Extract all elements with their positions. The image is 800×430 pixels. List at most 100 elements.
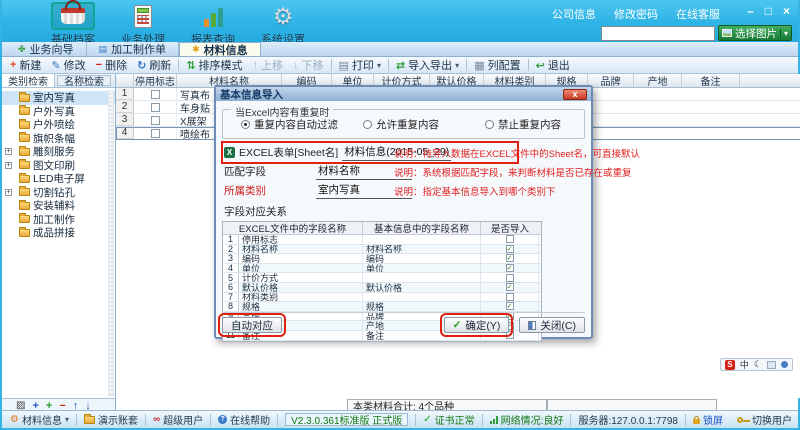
import-checkbox[interactable] (506, 274, 514, 282)
radio-forbid-duplicate[interactable]: 禁止重复内容 (485, 117, 561, 132)
col-header[interactable]: 品牌 (588, 74, 634, 87)
statusbar-module[interactable]: ⚙ 材料信息 ▾ (8, 414, 77, 426)
col-header[interactable]: 产地 (634, 74, 682, 87)
tree-item[interactable]: LED电子屏 (2, 172, 115, 186)
disable-checkbox[interactable] (151, 90, 160, 99)
edit-button[interactable]: ✎修改 (46, 58, 90, 73)
tree-item[interactable]: +图文印刷 (2, 159, 115, 173)
lock-screen-button[interactable]: 锁屏 (686, 414, 730, 426)
choose-image-button[interactable]: 选择图片 ▾ (718, 25, 792, 41)
tab-category-search[interactable]: 类别检索 (2, 74, 55, 87)
duplicate-options-group: 当Excel内容有重复时 重复内容自动过滤 允许重复内容 禁止重复内容 (222, 109, 585, 139)
import-export-icon: ⇄ (396, 59, 405, 72)
dialog-titlebar[interactable]: 基本信息导入 x (216, 87, 591, 101)
folder-icon (19, 188, 30, 196)
company-info-link[interactable]: 公司信息 (552, 6, 596, 22)
radio-icon (485, 120, 494, 129)
online-service-link[interactable]: 在线客服 (676, 6, 720, 22)
sort-mode-button[interactable]: ⇅排序模式 (181, 58, 247, 73)
import-checkbox[interactable] (506, 235, 514, 243)
import-checkbox[interactable]: ✓ (506, 302, 514, 310)
tree-item[interactable]: 户外喷绘 (2, 118, 115, 132)
map-row[interactable]: 3编码编码✓ (223, 254, 541, 264)
switch-user-button[interactable]: 切换用户 (730, 414, 799, 426)
change-password-link[interactable]: 修改密码 (614, 6, 658, 22)
tree-item[interactable]: +切割钻孔 (2, 186, 115, 200)
statusbar-user[interactable]: ∞ 超级用户 (146, 414, 211, 426)
ok-button[interactable]: ✓确定(Y) (444, 317, 510, 333)
close-dialog-button[interactable]: 关闭(C) (519, 317, 585, 333)
map-row[interactable]: 1停用标志 (223, 235, 541, 245)
refresh-button[interactable]: ↻刷新 (132, 58, 176, 73)
moon-icon[interactable]: ☾ (754, 359, 762, 370)
map-row[interactable]: 7材料类别 (223, 293, 541, 303)
new-button[interactable]: +新建 (5, 58, 46, 73)
map-row[interactable]: 6默认价格默认价格✓ (223, 283, 541, 293)
header-filler (740, 74, 800, 87)
delete-button[interactable]: −删除 (91, 58, 132, 73)
import-checkbox[interactable]: ✓ (506, 264, 514, 272)
tree-item[interactable]: 成品拼接 (2, 226, 115, 240)
toolbar-separator (178, 59, 179, 71)
door-icon (528, 321, 536, 330)
column-config-button[interactable]: ▦列配置 (469, 58, 525, 73)
statusbar-help[interactable]: ? 在线帮助 (211, 414, 278, 426)
plus-icon: + (10, 59, 16, 71)
import-checkbox[interactable]: ✓ (506, 245, 514, 253)
disable-checkbox[interactable] (151, 116, 160, 125)
col-header[interactable]: 备注 (682, 74, 740, 87)
lock-icon (693, 419, 700, 424)
tree-item[interactable]: 户外写真 (2, 105, 115, 119)
tree-item[interactable]: 旗帜条幅 (2, 132, 115, 146)
ime-language-bar[interactable]: S 中 ☾ (720, 358, 793, 371)
auto-map-button[interactable]: 自动对应 (222, 317, 282, 333)
map-row[interactable]: 8规格规格✓ (223, 302, 541, 312)
nav-system-settings[interactable]: ⚙ 系统设置 (248, 1, 318, 47)
dialog-close-button[interactable]: x (563, 89, 587, 100)
maximize-button[interactable]: □ (765, 4, 772, 18)
ime-menu-icon[interactable] (781, 361, 788, 368)
map-row[interactable]: 5计价方式 (223, 273, 541, 283)
radio-allow-duplicate[interactable]: 允许重复内容 (363, 117, 485, 132)
disable-checkbox[interactable] (151, 103, 160, 112)
tab-business-wizard[interactable]: ✤ 业务向导 (6, 42, 87, 56)
field-note: 说明：指定基本信息导入到哪个类别下 (394, 184, 556, 198)
tree-item[interactable]: 室内写真 (2, 91, 115, 105)
import-checkbox[interactable]: ✓ (506, 283, 514, 291)
map-table-header: EXCEL文件中的字段名称 基本信息中的字段名称 是否导入 (223, 222, 541, 235)
ime-lang-label[interactable]: 中 (740, 358, 749, 371)
map-row[interactable]: 2材料名称材料名称✓ (223, 245, 541, 255)
move-down-button[interactable]: ↓下移 (288, 58, 329, 73)
printer-icon: ▤ (339, 59, 349, 72)
expand-icon[interactable]: + (5, 162, 12, 169)
map-row[interactable]: 4单位单位✓ (223, 264, 541, 274)
col-header[interactable]: 停用标志 (134, 74, 177, 87)
import-export-button[interactable]: ⇄导入导出▾ (391, 58, 464, 73)
tree-item[interactable]: 安装辅料 (2, 199, 115, 213)
import-checkbox[interactable] (506, 293, 514, 301)
tab-material-info[interactable]: ✱ 材料信息 (179, 42, 261, 56)
expand-icon[interactable]: + (5, 189, 12, 196)
import-checkbox[interactable]: ✓ (506, 254, 514, 262)
close-button[interactable]: × (783, 4, 790, 18)
tree-item[interactable]: 加工制作 (2, 213, 115, 227)
move-up-button[interactable]: ↑上移 (248, 58, 289, 73)
statusbar-server: 服务器:127.0.0.1:7798 (571, 414, 686, 426)
print-button[interactable]: ▤打印▾ (334, 58, 386, 73)
ime-logo-icon[interactable]: S (725, 360, 735, 370)
tab-name-search[interactable]: 名称检索 (57, 75, 111, 86)
statusbar: ⚙ 材料信息 ▾ 演示账套 ∞ 超级用户 ? 在线帮助 V2.3.0.361标准… (2, 410, 798, 428)
tree-item[interactable]: +雕刻服务 (2, 145, 115, 159)
disable-checkbox[interactable] (151, 129, 160, 138)
tab-work-order[interactable]: ▤ 加工制作单 (87, 42, 180, 56)
sidebar-scrollbar[interactable] (108, 90, 114, 396)
sidebar-tabs: 类别检索 名称检索 (2, 74, 115, 88)
exit-button[interactable]: ↩退出 (531, 58, 575, 73)
nav-report-query[interactable]: 报表查询 (178, 1, 248, 47)
keyboard-icon[interactable] (767, 361, 776, 369)
expand-icon[interactable]: + (5, 148, 12, 155)
minimize-button[interactable]: – (747, 4, 754, 18)
statusbar-account[interactable]: 演示账套 (77, 414, 146, 426)
image-path-input[interactable] (601, 26, 715, 41)
image-picker: 选择图片 ▾ (601, 25, 792, 41)
